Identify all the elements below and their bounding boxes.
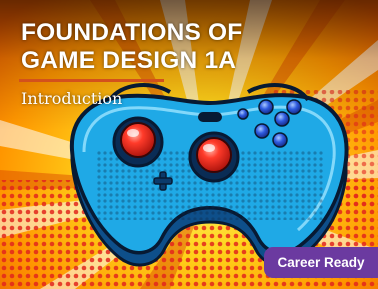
course-title-line-1: FOUNDATIONS OF bbox=[21, 19, 243, 46]
joystick-icon bbox=[188, 131, 240, 183]
course-title-line-2: GAME DESIGN 1A bbox=[21, 47, 237, 74]
course-card[interactable]: FOUNDATIONS OF GAME DESIGN 1A Introducti… bbox=[0, 0, 378, 289]
course-subtitle: Introduction bbox=[21, 89, 123, 108]
title-underline bbox=[19, 79, 164, 82]
career-ready-badge-label: Career Ready bbox=[277, 255, 365, 270]
course-title: FOUNDATIONS OF GAME DESIGN 1A bbox=[21, 19, 242, 75]
joystick-icon bbox=[112, 116, 164, 168]
career-ready-badge: Career Ready bbox=[264, 247, 378, 278]
